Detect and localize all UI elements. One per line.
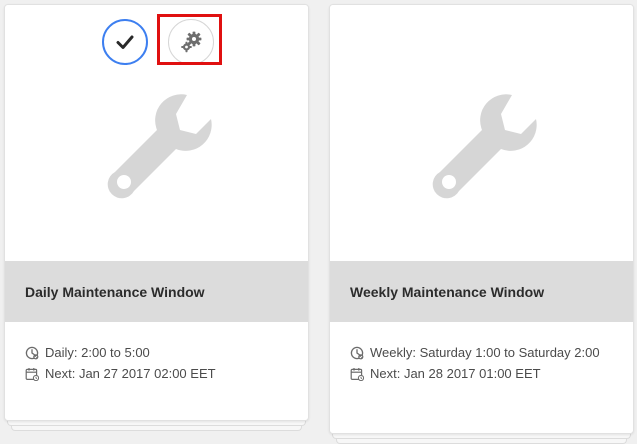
next-run-line: Next: Jan 27 2017 02:00 EET: [25, 363, 288, 384]
clock-icon: [25, 346, 39, 360]
card-details: Daily: 2:00 to 5:00 Next: Jan 27 2017 02…: [5, 322, 308, 420]
card-weekly-maintenance[interactable]: Weekly Maintenance Window Weekly: Saturd…: [329, 4, 634, 444]
calendar-icon: [25, 368, 39, 381]
card-preview: [330, 5, 633, 261]
calendar-icon: [350, 368, 364, 381]
wrench-icon: [432, 94, 537, 199]
card[interactable]: Daily Maintenance Window Daily: 2:00 to …: [4, 4, 309, 421]
card-title: Weekly Maintenance Window: [350, 283, 545, 300]
next-run-line: Next: Jan 28 2017 01:00 EET: [350, 363, 613, 384]
schedule-line: Daily: 2:00 to 5:00: [25, 342, 288, 363]
clock-icon: [350, 346, 364, 360]
gears-icon: [181, 31, 202, 53]
checkmark-icon: [116, 35, 134, 49]
schedule-text: Daily: 2:00 to 5:00: [45, 345, 150, 360]
card-title-bar: Weekly Maintenance Window: [330, 261, 633, 322]
card-title-bar: Daily Maintenance Window: [5, 261, 308, 322]
card-details: Weekly: Saturday 1:00 to Saturday 2:00 N…: [330, 322, 633, 433]
next-run-text: Next: Jan 28 2017 01:00 EET: [370, 366, 541, 381]
card-title: Daily Maintenance Window: [25, 283, 205, 300]
next-run-text: Next: Jan 27 2017 02:00 EET: [45, 366, 216, 381]
settings-button[interactable]: [168, 19, 214, 65]
schedule-text: Weekly: Saturday 1:00 to Saturday 2:00: [370, 345, 600, 360]
schedule-line: Weekly: Saturday 1:00 to Saturday 2:00: [350, 342, 613, 363]
card[interactable]: Weekly Maintenance Window Weekly: Saturd…: [329, 4, 634, 434]
card-daily-maintenance[interactable]: Daily Maintenance Window Daily: 2:00 to …: [4, 4, 309, 431]
select-button[interactable]: [102, 19, 148, 65]
card-preview: [5, 5, 308, 261]
wrench-icon: [107, 94, 212, 199]
